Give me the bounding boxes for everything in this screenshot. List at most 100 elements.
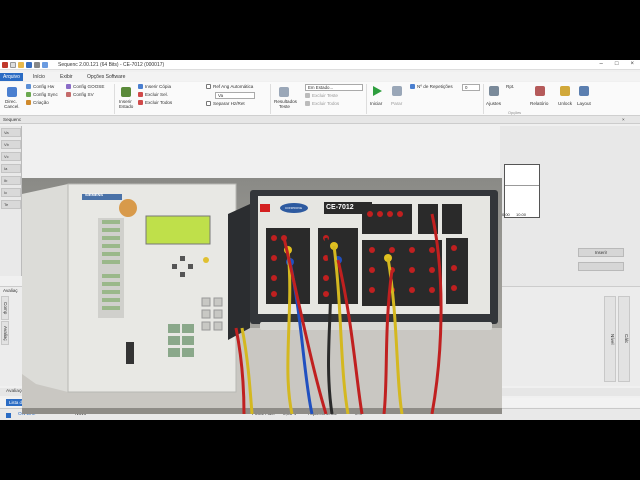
tab-exibir[interactable]: Exibir <box>57 73 76 81</box>
state-combo[interactable]: Em Estado... <box>305 84 363 91</box>
open-folder-icon[interactable] <box>18 62 24 68</box>
ribbon: Direc. Cancel. Config Hw Config Sync Cri… <box>0 82 640 116</box>
vtab-avaliac[interactable]: Avaliaç <box>1 321 9 345</box>
undo-icon[interactable] <box>42 62 48 68</box>
start-button[interactable]: Iniciar <box>370 101 382 106</box>
stop-icon[interactable] <box>392 86 402 96</box>
disabled-button[interactable] <box>578 262 624 271</box>
insert-state-label-2: Estado <box>119 104 134 109</box>
repeat-icon <box>410 84 415 89</box>
goose-icon <box>66 84 71 89</box>
direction-icon[interactable] <box>7 87 17 97</box>
config-hw-button[interactable]: Config Hw <box>26 84 54 89</box>
results-icon[interactable] <box>279 87 289 97</box>
ribbon-divider <box>366 84 367 114</box>
delete-test-button[interactable]: Excluir Teste <box>305 93 338 98</box>
delete-all-icon <box>138 100 143 105</box>
ref-ang-select[interactable]: Va <box>215 92 255 99</box>
graph-axis <box>505 185 539 186</box>
row-ia[interactable]: Ia <box>1 164 21 173</box>
column-calc: Cálc <box>618 296 630 382</box>
row-ic[interactable]: Ic <box>1 188 21 197</box>
delete-all-tests-button[interactable]: Excluir Todos <box>305 101 339 106</box>
window-title: Sequenc 2.00.121 (64 Bits) - CE-7012 (00… <box>58 62 165 68</box>
creation-icon <box>26 100 31 105</box>
app-icon <box>2 62 8 68</box>
equipment-illustration <box>22 183 502 414</box>
sampled-values-icon <box>66 92 71 97</box>
ribbon-divider <box>483 84 484 114</box>
delete-icon <box>138 92 143 97</box>
delete-test-icon <box>305 93 310 98</box>
delete-all-tests-icon <box>305 101 310 106</box>
ribbon-divider <box>114 84 115 114</box>
equipment-photo: SIEMENS CE-7012 CONPROVE <box>22 178 502 414</box>
sequence-panel-title: Sequenc <box>3 117 22 122</box>
checkbox-icon <box>206 84 211 89</box>
separate-hz-checkbox[interactable]: Separar Hz/Ret <box>206 101 245 106</box>
quick-access-toolbar <box>2 62 48 68</box>
layout-icon[interactable] <box>579 86 589 96</box>
tab-inicio[interactable]: Início <box>30 73 48 81</box>
relay-brand-label: SIEMENS <box>85 192 104 197</box>
panel-close-icon[interactable]: × <box>622 117 625 122</box>
sync-icon <box>26 92 31 97</box>
tab-arquivo[interactable]: Arquivo <box>0 73 23 81</box>
column-nivel: Nível <box>604 296 616 382</box>
new-file-icon[interactable] <box>10 62 16 68</box>
report-icon[interactable] <box>535 86 545 96</box>
minimize-button[interactable]: – <box>600 61 603 67</box>
evaluation-header: Avaliaç <box>3 288 18 293</box>
tab-opcoes-software[interactable]: Opções Software <box>84 73 128 81</box>
hardware-icon <box>26 84 31 89</box>
app-window: Sequenc 2.00.121 (64 Bits) - CE-7012 (00… <box>0 60 640 420</box>
save-icon[interactable] <box>26 62 32 68</box>
maximize-button[interactable]: □ <box>615 61 619 67</box>
report-button[interactable]: Relatório <box>530 101 548 106</box>
print-icon[interactable] <box>34 62 40 68</box>
ribbon-divider <box>270 84 271 114</box>
layout-button[interactable]: Layout <box>577 101 591 106</box>
row-ib[interactable]: Ib <box>1 176 21 185</box>
repetitions-control: Nº de Repetições <box>410 84 453 89</box>
adjustments-icon[interactable] <box>489 86 499 96</box>
adjustments-button[interactable]: Ajustes <box>486 101 501 106</box>
insert-copy-button[interactable]: Inserir Cópia <box>138 84 171 89</box>
options-group-label: Opções <box>508 111 522 115</box>
unlock-button[interactable]: Unlock <box>558 101 572 106</box>
creation-button[interactable]: Criação <box>26 100 49 105</box>
panel-header: Sequenc × <box>0 116 640 124</box>
row-vc[interactable]: Vc <box>1 152 21 161</box>
options-small-button[interactable]: Rpt. <box>506 84 514 89</box>
sequence-grid: Va Vb Vc Ia Ib Ic Te <box>0 126 22 276</box>
cancel-label: Cancel. <box>4 104 20 109</box>
config-sv-button[interactable]: Config SV <box>66 92 94 97</box>
state-graph <box>504 164 540 218</box>
close-button[interactable]: × <box>630 61 634 67</box>
test-set-model-label: CE-7012 <box>326 204 354 211</box>
row-va[interactable]: Va <box>1 128 21 137</box>
config-goose-button[interactable]: Config GOOSE <box>66 84 104 89</box>
play-icon[interactable] <box>372 86 382 96</box>
row-vb[interactable]: Vb <box>1 140 21 149</box>
stop-button[interactable]: Parar <box>391 101 402 106</box>
checkbox-icon <box>206 101 211 106</box>
vtab-comp[interactable]: Comp <box>1 296 9 320</box>
unlock-icon[interactable] <box>560 86 570 96</box>
row-te[interactable]: Te <box>1 200 21 209</box>
online-indicator-icon <box>6 413 11 418</box>
graph-tick-0: 0.00 <box>502 212 510 217</box>
repetitions-input[interactable]: 0 <box>462 84 480 91</box>
menu-bar: Arquivo Início Exibir Opções Software <box>0 72 640 81</box>
ref-ang-auto-checkbox[interactable]: Ref Ang Automática <box>206 84 253 89</box>
delete-all-button[interactable]: Excluir Todos <box>138 100 172 105</box>
test-set-logo-label: CONPROVE <box>285 206 303 210</box>
results-label-2: Teste <box>279 104 290 109</box>
config-sync-button[interactable]: Config Sync <box>26 92 58 97</box>
graph-tick-10: 10.00 <box>516 212 527 217</box>
delete-selected-button[interactable]: Excluir Sel. <box>138 92 168 97</box>
insert-button[interactable]: Inserir <box>578 248 624 257</box>
copy-icon <box>138 84 143 89</box>
title-bar: Sequenc 2.00.121 (64 Bits) - CE-7012 (00… <box>0 60 640 70</box>
insert-state-icon[interactable] <box>121 87 131 97</box>
